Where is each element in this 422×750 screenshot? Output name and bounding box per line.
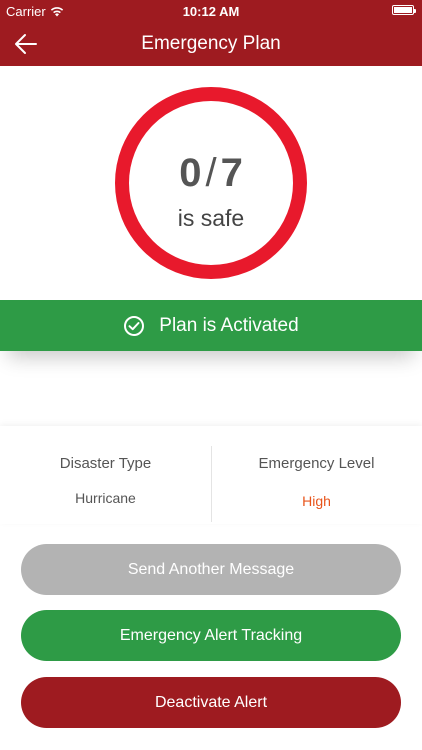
safe-count: 0/7 [129,151,293,196]
battery-icon [392,5,416,15]
disaster-type-cell: Disaster Type Hurricane [0,426,211,524]
safety-ring: 0/7 is safe [115,87,307,279]
status-bar: Carrier 10:12 AM [0,0,422,22]
plan-activated-label: Plan is Activated [159,314,299,336]
send-another-message-button[interactable]: Send Another Message [21,544,401,595]
count-separator: / [205,151,217,195]
emergency-level-value: High [302,493,331,509]
disaster-type-label: Disaster Type [59,455,152,472]
deactivate-alert-button[interactable]: Deactivate Alert [21,677,401,728]
safe-caption: is safe [177,205,245,231]
check-circle-icon [124,315,145,336]
nav-bar: Emergency Plan [0,22,422,66]
emergency-level-label: Emergency Level [258,455,375,472]
plan-activated-banner: Plan is Activated [0,300,422,351]
page-title: Emergency Plan [141,33,281,54]
plan-info-panel: Disaster Type Hurricane Emergency Level … [0,426,422,524]
emergency-level-cell: Emergency Level High [211,426,422,524]
safe-count-value: 0 [179,151,202,195]
safety-status-panel: 0/7 is safe [0,66,422,300]
status-time: 10:12 AM [182,4,240,19]
disaster-type-value: Hurricane [75,490,136,506]
emergency-alert-tracking-button[interactable]: Emergency Alert Tracking [21,610,401,661]
total-count-value: 7 [220,151,243,195]
